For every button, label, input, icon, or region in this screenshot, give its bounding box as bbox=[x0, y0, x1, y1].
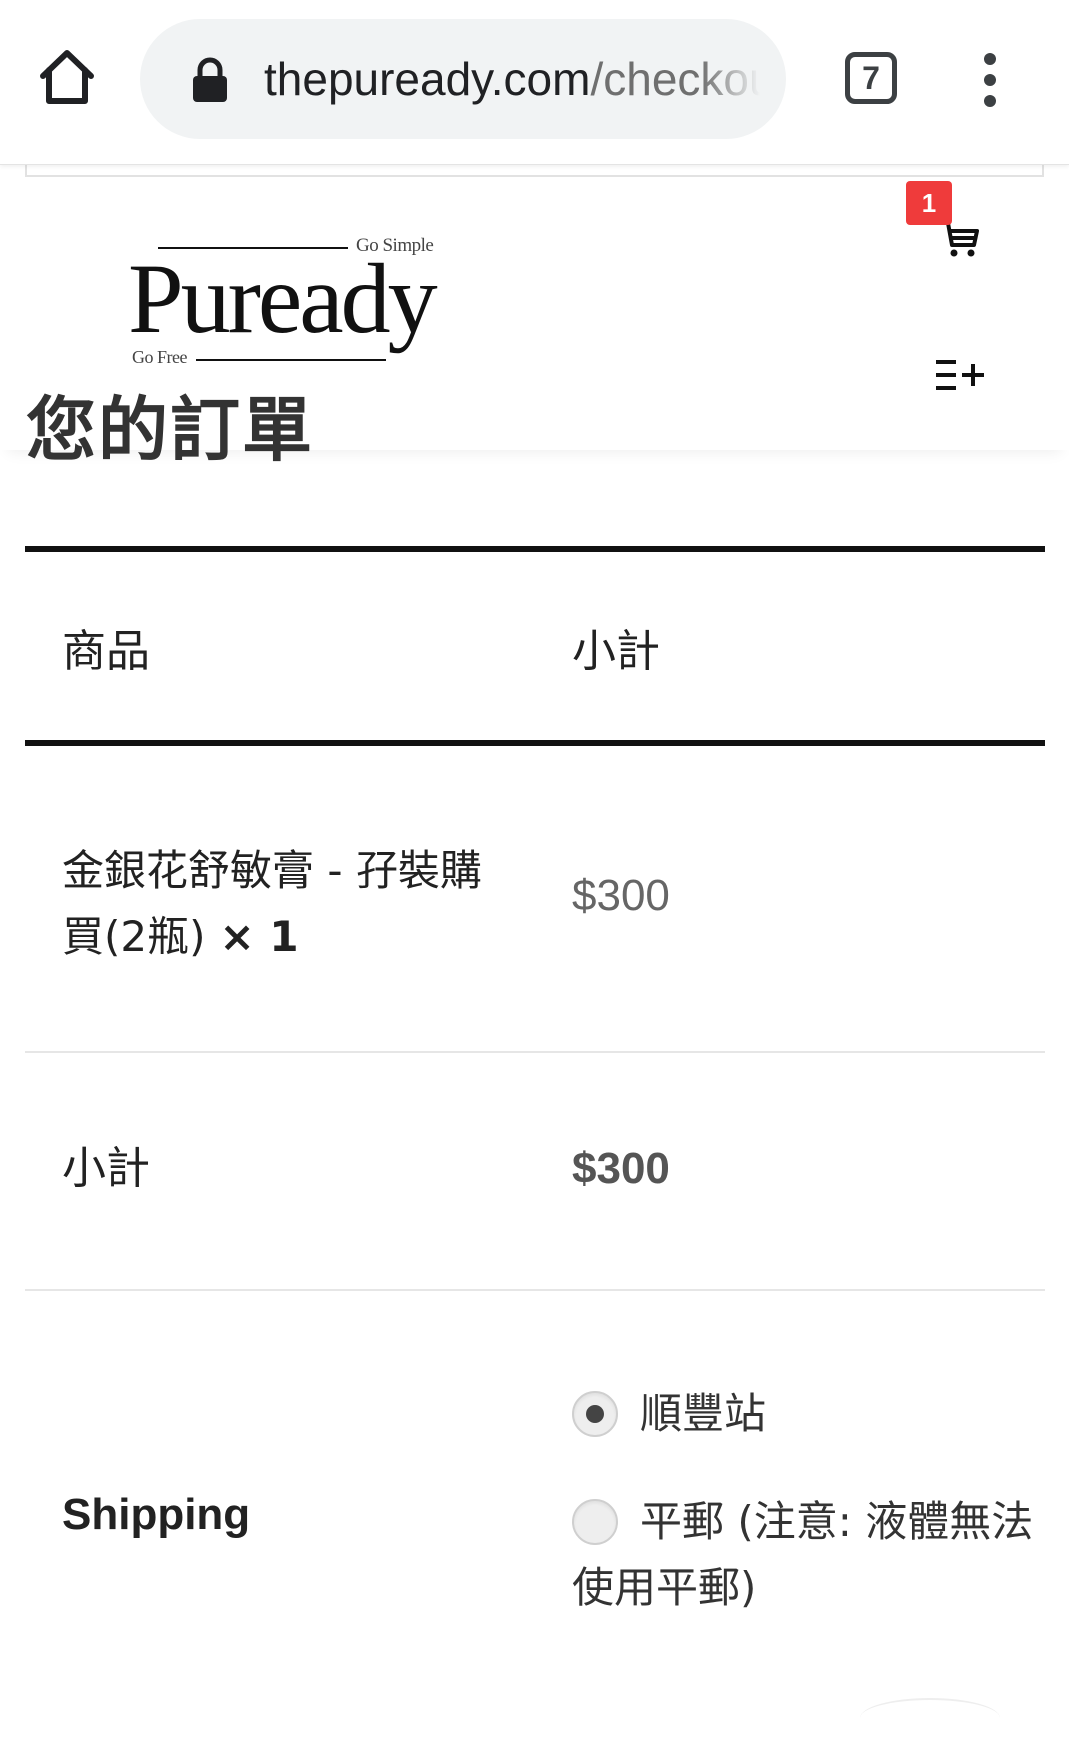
subtotal-label: 小計 bbox=[62, 1143, 150, 1194]
product-quantity: × 1 bbox=[219, 912, 299, 961]
address-bar[interactable]: thepuready.com/checkout/ bbox=[140, 19, 786, 139]
product-name: 金銀花舒敏膏 - 孖裝購買(2瓶) × 1 bbox=[62, 838, 492, 970]
shipping-option-surface-mail[interactable]: 平郵 (注意: 液體無法使用平郵) bbox=[572, 1489, 1042, 1621]
subtotal-value: $300 bbox=[572, 1144, 670, 1193]
url-text: thepuready.com/checkout/ bbox=[264, 47, 760, 111]
product-price: $300 bbox=[572, 871, 670, 920]
url-domain: thepuready.com bbox=[264, 53, 591, 105]
kebab-menu-icon bbox=[984, 53, 996, 107]
cart-count-badge: 1 bbox=[906, 181, 952, 225]
cart-button[interactable]: 1 bbox=[906, 181, 986, 261]
shipping-option-label: 順豐站 bbox=[640, 1389, 767, 1438]
tab-count: 7 bbox=[862, 59, 880, 96]
logo-rule-bottom bbox=[196, 359, 386, 361]
menu-add-icon bbox=[936, 360, 984, 390]
shipping-row: Shipping 順豐站 平郵 (注意: 液體無法使用平郵) bbox=[25, 1291, 1045, 1711]
menu-button[interactable] bbox=[934, 358, 986, 392]
order-review-table: 商品 小計 金銀花舒敏膏 - 孖裝購買(2瓶) × 1 $300 小計 $300 … bbox=[25, 546, 1045, 1711]
home-button[interactable] bbox=[36, 46, 98, 108]
tabs-icon[interactable]: 7 bbox=[845, 52, 897, 104]
header-divider bbox=[25, 165, 1044, 177]
kebab-menu-button[interactable] bbox=[978, 52, 1002, 108]
column-header-subtotal: 小計 bbox=[572, 626, 660, 677]
cart-icon bbox=[942, 221, 979, 257]
home-icon bbox=[40, 50, 94, 104]
scroll-hint bbox=[860, 1698, 1000, 1738]
column-header-product: 商品 bbox=[62, 626, 150, 677]
table-row: 金銀花舒敏膏 - 孖裝購買(2瓶) × 1 $300 bbox=[25, 746, 1045, 1051]
logo-tagline-bottom: Go Free bbox=[132, 347, 187, 367]
logo-wordmark: Puready bbox=[128, 243, 438, 354]
table-header-row: 商品 小計 bbox=[25, 552, 1045, 740]
lock-icon bbox=[193, 57, 227, 102]
page-title: 您的訂單 bbox=[26, 389, 314, 471]
url-path: /checkout/ bbox=[590, 53, 760, 105]
shipping-option-sf-station[interactable]: 順豐站 bbox=[572, 1381, 1042, 1447]
subtotal-row: 小計 $300 bbox=[25, 1053, 1045, 1289]
shipping-option-label: 平郵 (注意: 液體無法使用平郵) bbox=[572, 1497, 1034, 1612]
browser-toolbar: thepuready.com/checkout/ 7 bbox=[0, 0, 1069, 165]
shipping-radio-sf-station[interactable] bbox=[572, 1391, 618, 1437]
shipping-label: Shipping bbox=[62, 1490, 251, 1539]
site-logo[interactable]: Go Simple Puready Go Free bbox=[128, 225, 448, 375]
shipping-radio-surface-mail[interactable] bbox=[572, 1499, 618, 1545]
